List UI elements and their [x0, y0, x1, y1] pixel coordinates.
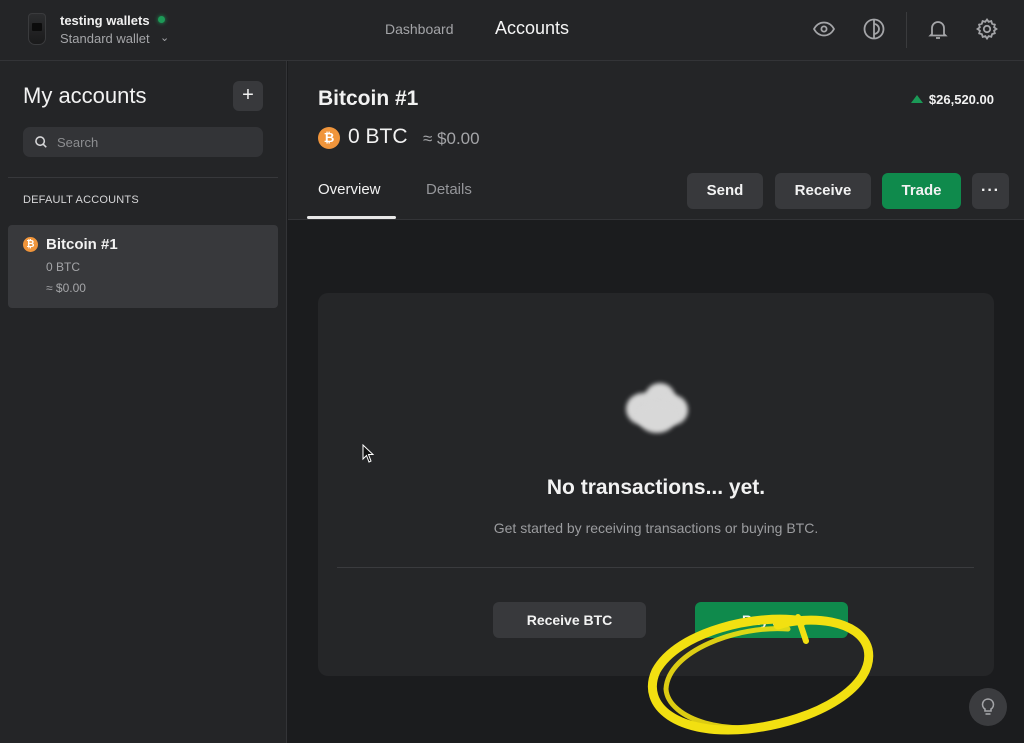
- account-item-bitcoin-1[interactable]: ₿ Bitcoin #1 0 BTC ≈ $0.00: [8, 225, 278, 308]
- bitcoin-icon: ₿: [318, 127, 340, 149]
- card-divider: [337, 567, 974, 568]
- trend-up-icon: [910, 95, 923, 103]
- account-fiat-value: ≈ $0.00: [46, 281, 86, 295]
- search-icon: [35, 136, 47, 148]
- cloud-illustration: [620, 377, 692, 437]
- tab-details[interactable]: Details: [426, 181, 472, 198]
- chevron-down-icon[interactable]: ⌄: [160, 31, 169, 44]
- connection-status-dot: [158, 16, 165, 23]
- send-button[interactable]: Send: [687, 173, 763, 209]
- nav-accounts[interactable]: Accounts: [495, 18, 569, 39]
- tips-button[interactable]: [969, 688, 1007, 726]
- accounts-sidebar: My accounts + DEFAULT ACCOUNTS ₿ Bitcoin…: [0, 61, 287, 743]
- theme-contrast-icon[interactable]: [862, 17, 886, 41]
- sidebar-divider: [8, 177, 278, 178]
- account-search[interactable]: [23, 127, 263, 157]
- empty-state-title: No transactions... yet.: [546, 476, 766, 499]
- buy-btc-button[interactable]: Buy BTC: [695, 602, 848, 638]
- receive-btc-button[interactable]: Receive BTC: [493, 602, 646, 638]
- account-fiat-value: ≈ $0.00: [423, 129, 480, 148]
- transactions-area: No transactions... yet. Get started by r…: [288, 221, 1024, 743]
- empty-state-subtitle: Get started by receiving transactions or…: [493, 520, 819, 536]
- wallet-type-selector[interactable]: Standard wallet: [60, 31, 150, 46]
- bell-icon[interactable]: [926, 17, 950, 41]
- toolbar-divider: [906, 12, 907, 48]
- active-tab-indicator: [307, 216, 396, 219]
- more-options-button[interactable]: ···: [972, 173, 1009, 209]
- btc-price-value: $26,520.00: [928, 92, 994, 107]
- bitcoin-icon: ₿: [23, 237, 38, 252]
- tab-overview[interactable]: Overview: [318, 181, 381, 198]
- add-account-button[interactable]: +: [233, 81, 263, 111]
- trade-button[interactable]: Trade: [882, 173, 961, 209]
- section-label-default-accounts: DEFAULT ACCOUNTS: [23, 194, 139, 206]
- account-balance: 0 BTC: [348, 125, 408, 148]
- empty-transactions-card: No transactions... yet. Get started by r…: [318, 293, 994, 735]
- hardware-device-icon: [28, 13, 46, 45]
- receive-button[interactable]: Receive: [775, 173, 871, 209]
- account-name: Bitcoin #1: [46, 236, 118, 253]
- lightbulb-icon: [981, 698, 995, 715]
- gear-icon[interactable]: [975, 17, 999, 41]
- top-bar: testing wallets Standard wallet ⌄ Dashbo…: [0, 0, 1024, 61]
- nav-dashboard[interactable]: Dashboard: [385, 21, 454, 37]
- eye-icon[interactable]: [812, 17, 836, 41]
- sidebar-title: My accounts: [23, 83, 147, 108]
- wallet-name[interactable]: testing wallets: [60, 13, 150, 28]
- account-balance: 0 BTC: [46, 260, 81, 274]
- account-title: Bitcoin #1: [318, 87, 419, 110]
- btc-price: $26,520.00: [910, 92, 994, 107]
- search-input[interactable]: [57, 127, 257, 157]
- account-header: Bitcoin #1 ₿ 0 BTC ≈ $0.00 $26,520.00 Ov…: [288, 61, 1024, 220]
